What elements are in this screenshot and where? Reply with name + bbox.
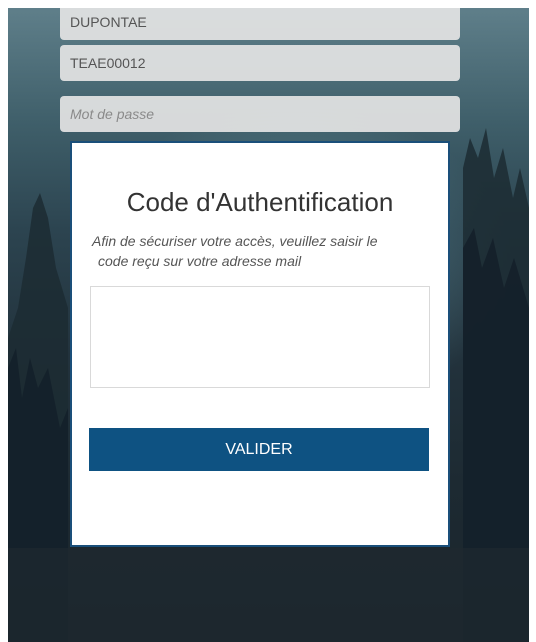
username-value: DUPONTAE (70, 14, 147, 30)
background-concert-image: DUPONTAE TEAE00012 Mot de passe Code d'A… (8, 8, 529, 642)
password-field[interactable]: Mot de passe (60, 96, 460, 132)
user-code-field[interactable]: TEAE00012 (60, 45, 460, 81)
instruction-line-1: Afin de sécuriser votre accès, veuillez … (92, 233, 378, 249)
validate-button[interactable]: VALIDER (89, 428, 429, 471)
auth-code-input[interactable] (90, 286, 430, 388)
user-code-value: TEAE00012 (70, 55, 146, 71)
dialog-title: Code d'Authentification (126, 187, 394, 217)
dialog-instructions: Afin de sécuriser votre accès, veuillez … (92, 231, 437, 271)
auth-code-dialog: Code d'Authentification Afin de sécurise… (70, 141, 450, 547)
username-field[interactable]: DUPONTAE (60, 8, 460, 40)
password-placeholder: Mot de passe (70, 106, 155, 122)
instruction-line-2: code reçu sur votre adresse mail (98, 253, 302, 269)
